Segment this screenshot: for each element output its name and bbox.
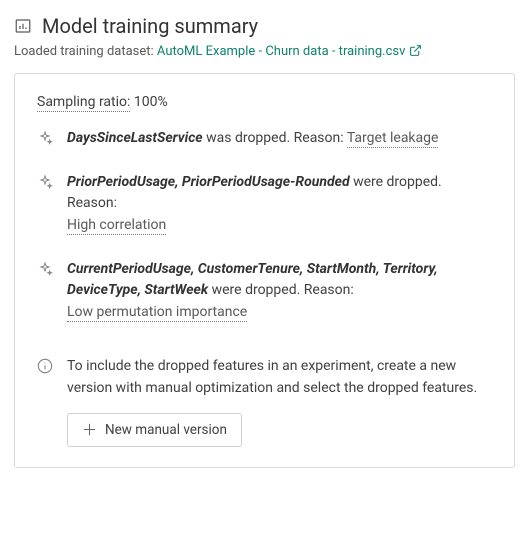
dropped-item: CurrentPeriodUsage, CustomerTenure, Star…: [37, 259, 492, 324]
drop-text: were dropped. Reason:: [208, 282, 354, 298]
dropped-item-body: PriorPeriodUsage, PriorPeriodUsage-Round…: [67, 172, 492, 237]
info-body: To include the dropped features in an ex…: [67, 356, 492, 447]
new-manual-version-button[interactable]: ＋ New manual version: [67, 413, 242, 447]
dataset-link[interactable]: AutoML Example - Churn data - training.c…: [157, 44, 422, 59]
feature-names: PriorPeriodUsage, PriorPeriodUsage-Round…: [67, 174, 350, 190]
dropped-item: DaysSinceLastService was dropped. Reason…: [37, 128, 492, 150]
sparkle-icon: [37, 261, 53, 277]
dropped-item-body: CurrentPeriodUsage, CustomerTenure, Star…: [67, 259, 492, 324]
button-label: New manual version: [105, 422, 227, 438]
loaded-label: Loaded training dataset:: [14, 44, 154, 59]
plus-icon: ＋: [82, 423, 97, 438]
info-text: To include the dropped features in an ex…: [67, 356, 492, 399]
sampling-value: 100%: [134, 94, 168, 110]
feature-names: DaysSinceLastService: [67, 130, 203, 146]
dataset-line: Loaded training dataset: AutoML Example …: [14, 44, 515, 59]
drop-text: was dropped. Reason:: [203, 130, 347, 146]
dropped-item-body: DaysSinceLastService was dropped. Reason…: [67, 128, 438, 150]
drop-reason[interactable]: Low permutation importance: [67, 304, 247, 322]
page-title: Model training summary: [42, 14, 258, 38]
drop-reason[interactable]: High correlation: [67, 217, 166, 235]
drop-reason[interactable]: Target leakage: [347, 130, 439, 148]
bar-chart-icon: [14, 17, 32, 35]
summary-card: Sampling ratio: 100% DaysSinceLastServic…: [14, 73, 515, 468]
sampling-label: Sampling ratio:: [37, 94, 130, 112]
external-link-icon: [409, 44, 422, 57]
dropped-item: PriorPeriodUsage, PriorPeriodUsage-Round…: [37, 172, 492, 237]
info-block: To include the dropped features in an ex…: [37, 356, 492, 447]
sparkle-icon: [37, 130, 53, 146]
header: Model training summary: [14, 14, 515, 38]
sparkle-icon: [37, 174, 53, 190]
info-icon: [37, 358, 53, 374]
dropped-features-list: DaysSinceLastService was dropped. Reason…: [37, 128, 492, 324]
dataset-link-text: AutoML Example - Churn data - training.c…: [157, 44, 405, 59]
sampling-ratio: Sampling ratio: 100%: [37, 94, 492, 110]
